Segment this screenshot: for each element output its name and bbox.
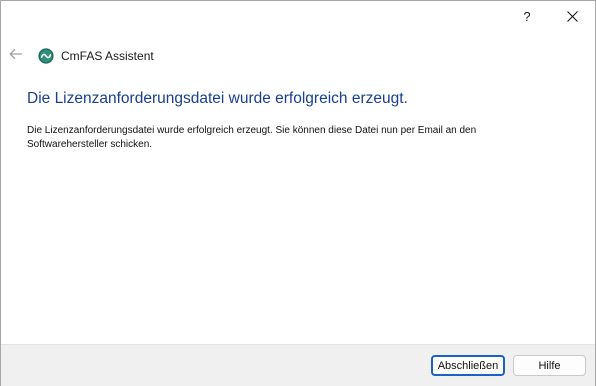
help-button[interactable]: Hilfe bbox=[513, 355, 586, 376]
button-bar: Abschließen Hilfe bbox=[1, 344, 595, 386]
finish-button-label: Abschließen bbox=[437, 359, 499, 372]
title-bar: ? bbox=[1, 1, 595, 32]
page-heading: Die Lizenzanforderungsdatei wurde erfolg… bbox=[27, 90, 408, 107]
wizard-window: ? CmFAS Assistent Die Lizenzanforderungs… bbox=[0, 0, 596, 386]
close-button[interactable] bbox=[549, 1, 595, 32]
back-button[interactable] bbox=[7, 45, 25, 63]
app-title: CmFAS Assistent bbox=[61, 49, 154, 63]
close-icon bbox=[566, 11, 578, 22]
back-arrow-icon bbox=[9, 48, 22, 60]
help-button-label: Hilfe bbox=[538, 359, 561, 372]
page-description: Die Lizenzanforderungsdatei wurde erfolg… bbox=[27, 125, 477, 150]
help-title-button[interactable]: ? bbox=[504, 1, 550, 32]
cmfas-logo-icon bbox=[38, 48, 54, 64]
help-title-label: ? bbox=[523, 9, 531, 24]
finish-button[interactable]: Abschließen bbox=[431, 355, 505, 376]
